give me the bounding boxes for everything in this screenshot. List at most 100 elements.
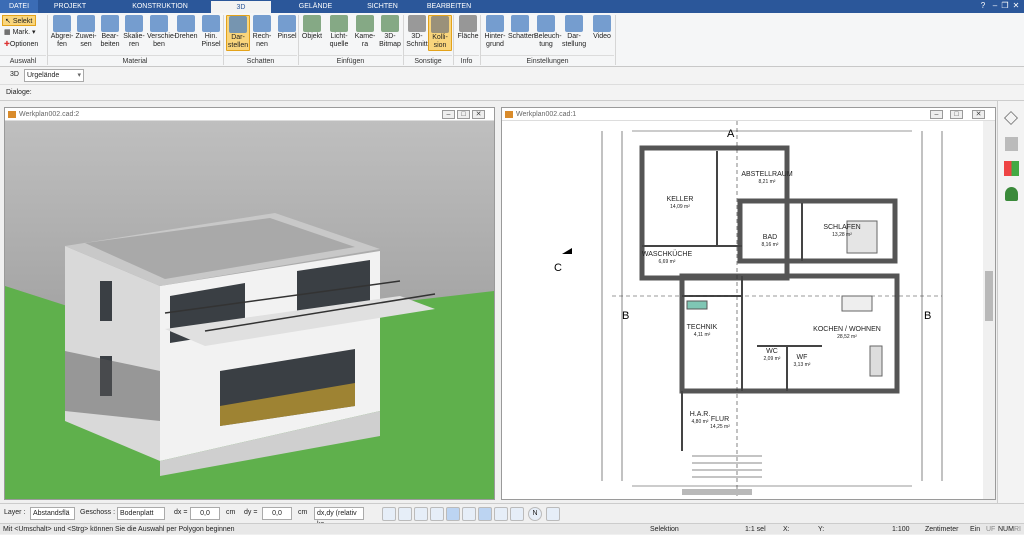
status-sel: 1:1 sel bbox=[745, 526, 766, 533]
coordinate-mode-select[interactable]: dx,dy (relativ ka bbox=[314, 507, 364, 528]
sonstige-3dschnitt-button[interactable]: 3D- Schnitt bbox=[405, 15, 429, 49]
minimize-icon[interactable]: – bbox=[990, 1, 1000, 11]
floorplan-canvas[interactable]: KELLER14,09 m² ABSTELLRAUM8,21 m² WASCHKÜC… bbox=[502, 121, 995, 499]
table-icon[interactable] bbox=[494, 507, 508, 521]
3d-viewport[interactable] bbox=[5, 121, 494, 499]
material-tool-icon bbox=[202, 15, 220, 32]
einstellungen-tool-icon bbox=[486, 15, 504, 32]
selekt-button[interactable]: ↖ Selekt bbox=[2, 15, 36, 26]
einstellungen-video-button[interactable]: Video bbox=[590, 15, 614, 41]
dx-input[interactable]: 0,0 bbox=[190, 507, 220, 520]
optionen-button[interactable]: ✚Optionen bbox=[2, 39, 46, 50]
room-label: TECHNIK bbox=[687, 324, 718, 331]
layer-select[interactable]: Abstandsflä bbox=[30, 507, 75, 520]
mark-button[interactable]: ▦ Mark. ▾ bbox=[2, 27, 42, 38]
view-3d-icon[interactable] bbox=[478, 507, 492, 521]
tab-konstruktion[interactable]: KONSTRUKTION bbox=[120, 0, 200, 13]
furniture-icon[interactable] bbox=[1005, 137, 1018, 151]
ribbon-button-label: sion bbox=[433, 42, 447, 49]
material-bearbeiten-button[interactable]: Bear-beiten bbox=[98, 15, 122, 49]
ribbon-button-label: Video bbox=[593, 33, 611, 40]
material-verschieben-button[interactable]: Verschie-ben bbox=[147, 15, 176, 49]
terrain-select[interactable]: Urgelände ▾ bbox=[24, 69, 84, 82]
room-area: 6,69 m² bbox=[659, 259, 676, 265]
ribbon-button-label: 3D- bbox=[411, 33, 423, 40]
sonstige-tool-icon bbox=[431, 16, 449, 33]
vertical-scrollbar-thumb[interactable] bbox=[985, 271, 993, 321]
tab-sichten[interactable]: SICHTEN bbox=[355, 0, 410, 13]
schatten-pinsel-button[interactable]: Pinsel bbox=[275, 15, 299, 41]
section-mark-b-right: B bbox=[924, 310, 931, 322]
schatten-darstellen-button[interactable]: Dar-stellen bbox=[226, 15, 250, 51]
material-skalieren-button[interactable]: Skalie-ren bbox=[122, 15, 146, 49]
room-area: 28,52 m² bbox=[837, 334, 857, 340]
maximize-icon[interactable]: □ bbox=[950, 110, 963, 119]
snap-grid-icon[interactable] bbox=[462, 507, 476, 521]
screen-icon[interactable] bbox=[398, 507, 412, 521]
einfuegen-lichtquelle-button[interactable]: Licht-quelle bbox=[327, 15, 351, 49]
einfuegen-3dbitmap-button[interactable]: 3D- Bitmap bbox=[378, 15, 402, 49]
print-icon[interactable] bbox=[414, 507, 428, 521]
sonstige-kollision-button[interactable]: Kolli-sion bbox=[428, 15, 452, 51]
dy-input[interactable]: 0,0 bbox=[262, 507, 292, 520]
window-plan-titlebar[interactable]: Werkplan002.cad:1 – □ ✕ bbox=[502, 108, 995, 121]
close-icon[interactable]: ✕ bbox=[1011, 1, 1021, 11]
tab-projekt[interactable]: PROJEKT bbox=[45, 0, 95, 13]
schatten-tool-icon bbox=[253, 15, 271, 32]
material-palette-icon[interactable] bbox=[1004, 161, 1019, 176]
maximize-icon[interactable]: □ bbox=[457, 110, 470, 119]
einstellungen-schatten-button[interactable]: Schatten bbox=[508, 15, 536, 41]
room-label: KOCHEN / WOHNEN bbox=[813, 326, 881, 333]
room-area: 8,21 m² bbox=[759, 179, 776, 185]
einstellungen-hintergrund-button[interactable]: Hinter-grund bbox=[483, 15, 507, 49]
north-icon[interactable]: N bbox=[528, 507, 542, 521]
einfuegen-kamera-button[interactable]: Kame-ra bbox=[353, 15, 377, 49]
ribbon-button-label: Hinter- bbox=[484, 33, 506, 40]
dx-unit: cm bbox=[226, 509, 236, 516]
info-fläche-button[interactable]: Fläche bbox=[456, 15, 480, 41]
material-tool-icon bbox=[125, 15, 143, 32]
clock-icon[interactable] bbox=[382, 507, 396, 521]
tree-icon[interactable] bbox=[1005, 187, 1018, 201]
tab-bearbeiten[interactable]: BEARBEITEN bbox=[418, 0, 480, 13]
einstellungen-beleuchtung-button[interactable]: Beleuch-tung bbox=[534, 15, 562, 49]
ribbon-button-label: stellung bbox=[562, 41, 587, 48]
schatten-rechnen-button[interactable]: Rech-nen bbox=[250, 15, 274, 49]
snap-icon[interactable] bbox=[430, 507, 444, 521]
geschoss-select[interactable]: Bodenplatt bbox=[117, 507, 165, 520]
ribbon-button-label: Objekt bbox=[301, 33, 323, 40]
window-plan-title: Werkplan002.cad:1 bbox=[516, 111, 577, 118]
material-hinpinsel-button[interactable]: Hin. Pinsel bbox=[199, 15, 223, 49]
ribbon-button-label: Schatten bbox=[508, 33, 536, 40]
room-area: 2,09 m² bbox=[764, 356, 781, 362]
window-3d-titlebar[interactable]: Werkplan002.cad:2 – □ ✕ bbox=[5, 108, 494, 121]
einstellungen-darstellung-button[interactable]: Dar-stellung bbox=[562, 15, 586, 49]
room-area: 14,09 m² bbox=[670, 204, 690, 210]
tab-datei[interactable]: DATEI bbox=[0, 0, 38, 13]
ribbon-button-label: Dar- bbox=[567, 33, 581, 40]
restore-icon[interactable]: ❐ bbox=[1000, 1, 1010, 11]
grid-icon[interactable] bbox=[546, 507, 560, 521]
minimize-icon[interactable]: – bbox=[930, 110, 943, 119]
einfuegen-objekt-button[interactable]: Objekt bbox=[300, 15, 324, 41]
snap-line-icon[interactable] bbox=[446, 507, 460, 521]
hatch-icon[interactable] bbox=[510, 507, 524, 521]
minimize-icon[interactable]: – bbox=[442, 110, 455, 119]
close-icon[interactable]: ✕ bbox=[972, 110, 985, 119]
ribbon-button-label: Zuwei- bbox=[75, 33, 97, 40]
tab-3d[interactable]: 3D bbox=[210, 0, 272, 13]
window-3d-title: Werkplan002.cad:2 bbox=[19, 111, 80, 118]
help-icon[interactable]: ? bbox=[978, 1, 988, 11]
material-tool-icon bbox=[53, 15, 71, 32]
horizontal-scrollbar-thumb[interactable] bbox=[682, 489, 752, 495]
close-icon[interactable]: ✕ bbox=[472, 110, 485, 119]
ribbon-button-label: ben bbox=[153, 41, 165, 48]
material-tool-icon bbox=[177, 15, 195, 32]
tab-gelaende[interactable]: GELÄNDE bbox=[288, 0, 343, 13]
layers-icon[interactable] bbox=[1004, 111, 1018, 125]
material-abgreifen-button[interactable]: Abgrei-fen bbox=[50, 15, 74, 49]
material-drehen-button[interactable]: Drehen bbox=[174, 15, 198, 41]
status-num: NUM bbox=[998, 526, 1014, 533]
material-zuweisen-button[interactable]: Zuwei-sen bbox=[74, 15, 98, 49]
ribbon-button-label: Dar- bbox=[231, 34, 245, 41]
